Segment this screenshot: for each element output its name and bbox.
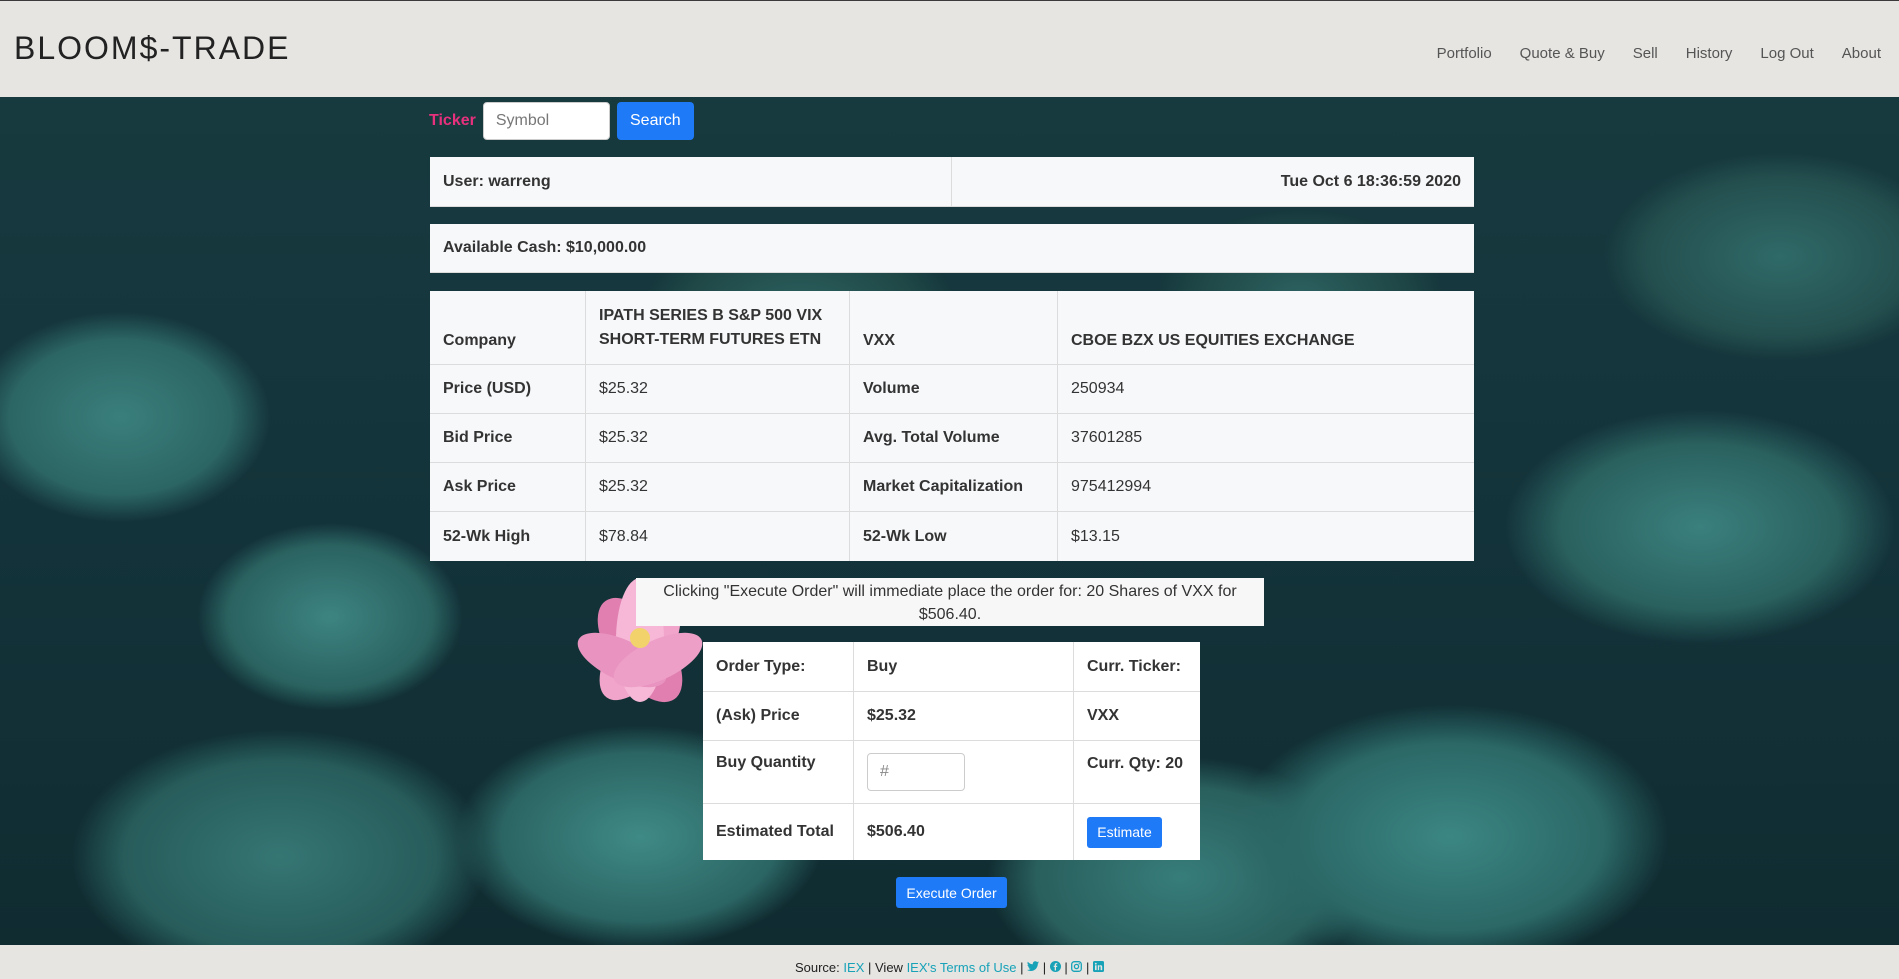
iex-link[interactable]: IEX xyxy=(843,960,864,975)
row-label: Volume xyxy=(850,365,1058,413)
company-exchange: CBOE BZX US EQUITIES EXCHANGE xyxy=(1071,332,1355,349)
nav-quote-buy[interactable]: Quote & Buy xyxy=(1520,45,1605,62)
execute-order-button[interactable]: Execute Order xyxy=(896,877,1007,908)
nav-sell[interactable]: Sell xyxy=(1633,45,1658,62)
row-label: 52-Wk Low xyxy=(850,512,1058,561)
company-name: IPATH SERIES B S&P 500 VIX SHORT-TERM FU… xyxy=(586,291,850,364)
row-value: 975412994 xyxy=(1071,478,1152,495)
row-value: 250934 xyxy=(1071,380,1125,397)
row-value: $78.84 xyxy=(586,512,850,561)
ask-price-label: (Ask) Price xyxy=(703,692,854,740)
available-cash: Available Cash: $10,000.00 xyxy=(443,239,647,256)
company-symbol: VXX xyxy=(850,291,1058,364)
user-info-panel: User: warreng Tue Oct 6 18:36:59 2020 xyxy=(430,157,1474,207)
footer-separator: | xyxy=(1020,960,1024,975)
company-label: Company xyxy=(430,291,586,364)
buy-quantity-label: Buy Quantity xyxy=(703,741,854,803)
row-value: $25.32 xyxy=(586,365,850,413)
buy-quantity-cell xyxy=(854,741,1074,803)
table-row: Price (USD) $25.32 Volume 250934 xyxy=(430,365,1474,414)
ask-price-value: $25.32 xyxy=(854,692,1074,740)
table-row: 52-Wk High $78.84 52-Wk Low $13.15 xyxy=(430,512,1474,561)
cash-panel: Available Cash: $10,000.00 xyxy=(430,224,1474,273)
estimated-total-label: Estimated Total xyxy=(703,804,854,860)
nav-portfolio[interactable]: Portfolio xyxy=(1437,45,1492,62)
symbol-input[interactable] xyxy=(482,102,610,140)
nav-history[interactable]: History xyxy=(1686,45,1733,62)
linkedin-icon[interactable] xyxy=(1093,961,1105,975)
nav-about[interactable]: About xyxy=(1842,45,1881,62)
instagram-icon[interactable] xyxy=(1071,961,1083,975)
row-label: Ask Price xyxy=(430,463,586,511)
twitter-icon[interactable] xyxy=(1027,961,1040,975)
user-name: User: warreng xyxy=(430,157,952,206)
table-row: Bid Price $25.32 Avg. Total Volume 37601… xyxy=(430,414,1474,463)
brand-logo[interactable]: BLOOM$-TRADE xyxy=(14,30,290,67)
curr-ticker-value: VXX xyxy=(1087,707,1120,724)
row-value: $13.15 xyxy=(1071,527,1120,545)
footer-separator: | xyxy=(1064,960,1068,975)
estimate-button[interactable]: Estimate xyxy=(1087,816,1162,848)
nav-links: Portfolio Quote & Buy Sell History Log O… xyxy=(1437,45,1881,62)
curr-qty: Curr. Qty: 20 xyxy=(1087,755,1184,772)
estimated-total-value: $506.40 xyxy=(854,804,1074,860)
ticker-label: Ticker xyxy=(429,112,476,129)
terms-link[interactable]: IEX's Terms of Use xyxy=(907,960,1017,975)
footer-view-prefix: | View xyxy=(868,960,903,975)
facebook-icon[interactable] xyxy=(1049,961,1061,975)
order-type-label: Order Type: xyxy=(703,642,854,691)
buy-quantity-input[interactable] xyxy=(867,753,965,791)
navbar: BLOOM$-TRADE Portfolio Quote & Buy Sell … xyxy=(0,0,1899,97)
ticker-search-bar: Ticker Search xyxy=(429,102,694,140)
search-button[interactable]: Search xyxy=(616,102,694,140)
order-type-value: Buy xyxy=(854,642,1074,691)
row-label: Market Capitalization xyxy=(850,463,1058,511)
row-label: Bid Price xyxy=(430,414,586,462)
row-value: $25.32 xyxy=(586,463,850,511)
order-notice: Clicking "Execute Order" will immediate … xyxy=(636,578,1264,626)
current-datetime: Tue Oct 6 18:36:59 2020 xyxy=(1280,172,1461,190)
quote-table: Company IPATH SERIES B S&P 500 VIX SHORT… xyxy=(430,291,1474,561)
footer-separator: | xyxy=(1086,960,1090,975)
footer-separator: | xyxy=(1042,960,1047,975)
footer-source-prefix: Source: xyxy=(794,960,840,975)
table-row: Ask Price $25.32 Market Capitalization 9… xyxy=(430,463,1474,512)
footer: Source: IEX | View IEX's Terms of Use | … xyxy=(0,945,1899,979)
estimate-cell: Estimate xyxy=(1074,804,1200,860)
order-table: Order Type: Buy Curr. Ticker: (Ask) Pric… xyxy=(703,642,1200,860)
curr-ticker-label: Curr. Ticker: xyxy=(1087,657,1181,675)
row-value: $25.32 xyxy=(586,414,850,462)
nav-logout[interactable]: Log Out xyxy=(1760,45,1813,62)
row-label: 52-Wk High xyxy=(430,512,586,561)
row-value: 37601285 xyxy=(1071,429,1143,446)
row-label: Price (USD) xyxy=(430,365,586,413)
row-label: Avg. Total Volume xyxy=(850,414,1058,462)
